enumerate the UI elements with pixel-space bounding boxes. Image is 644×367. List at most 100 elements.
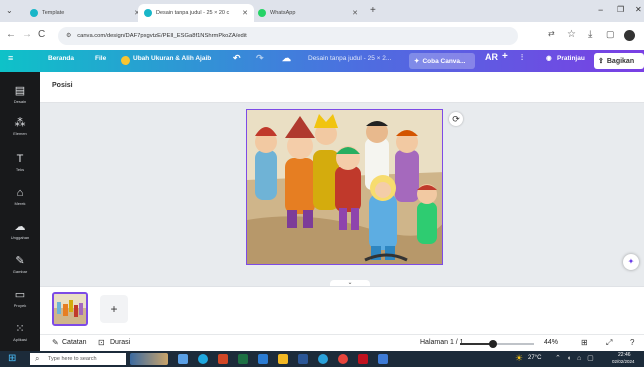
document-title[interactable]: Desain tanpa judul - 25 × 2... <box>308 55 391 62</box>
page-thumbnail-image <box>54 294 86 324</box>
word-icon[interactable] <box>298 354 308 364</box>
undo-icon[interactable]: ↶ <box>233 53 241 64</box>
duration-button[interactable]: Durasi <box>110 339 130 346</box>
menu-icon[interactable]: ≡ <box>8 53 13 63</box>
close-window-button[interactable]: ✕ <box>635 5 642 14</box>
site-info-icon[interactable]: ⚙ <box>66 33 71 39</box>
sidebar-item-draw[interactable]: ✎ Gambar <box>0 254 40 274</box>
tab-template[interactable]: Template ✕ <box>24 4 146 22</box>
timer-icon: ⊡ <box>98 338 105 347</box>
powerpoint-icon[interactable] <box>218 354 228 364</box>
sidebar-item-apps[interactable]: ⁙ Aplikasi <box>0 322 40 342</box>
grid-view-icon[interactable]: ⊞ <box>581 338 588 347</box>
sidebar: ▤ Desain ⁂ Elemen T Teks ⌂ Merek ☁ Ungga… <box>0 72 40 351</box>
tab-design[interactable]: Desain tanpa judul - 25 × 20 c ✕ <box>138 4 254 22</box>
rotate-handle[interactable]: ⟳ <box>449 112 463 126</box>
app-red-icon[interactable] <box>358 354 368 364</box>
resize-button[interactable]: Ubah Ukuran & Alih Ajaib <box>133 55 211 62</box>
windows-start-icon[interactable]: ⊞ <box>8 353 16 364</box>
app-blue-icon[interactable] <box>378 354 388 364</box>
edge-icon[interactable] <box>198 354 208 364</box>
add-page-button[interactable]: + <box>100 295 128 323</box>
sidepanel-icon[interactable]: ▢ <box>606 29 615 40</box>
design-image[interactable] <box>246 109 443 265</box>
redo-icon[interactable]: ↷ <box>256 53 264 64</box>
share-button[interactable]: ⇪ Bagikan <box>594 53 644 69</box>
position-button[interactable]: Posisi <box>52 82 73 89</box>
sidebar-item-text[interactable]: T Teks <box>0 152 40 172</box>
chrome-icon[interactable] <box>338 354 348 364</box>
tab-label: WhatsApp <box>270 10 296 16</box>
fullscreen-icon[interactable]: ⤢ <box>606 338 612 348</box>
notes-icon: ✎ <box>52 338 59 347</box>
preview-icon[interactable]: ◉ <box>546 54 552 62</box>
forward-icon[interactable]: → <box>22 29 32 40</box>
add-collaborator-button[interactable]: + <box>502 51 508 62</box>
sidebar-item-projects[interactable]: ▭ Proyek <box>0 288 40 308</box>
weather-icon[interactable]: ☀ <box>515 353 523 364</box>
excel-icon[interactable] <box>238 354 248 364</box>
clock-date[interactable]: 02/02/2024 <box>612 359 635 364</box>
sidebar-item-design[interactable]: ▤ Desain <box>0 84 40 104</box>
magic-assistant-button[interactable]: ✦ <box>623 254 639 270</box>
draw-icon: ✎ <box>15 255 25 267</box>
url-input[interactable]: ⚙ canva.com/design/DAF7pxgvtzE/PEII_ESGa… <box>58 27 518 45</box>
search-placeholder: Type here to search <box>48 356 97 362</box>
text-icon: T <box>16 153 24 165</box>
canva-favicon <box>30 9 38 17</box>
page-thumbnail[interactable] <box>52 292 88 326</box>
new-tab-button[interactable]: + <box>370 5 376 16</box>
collaborator-avatar[interactable]: AR <box>485 52 498 62</box>
weather-text[interactable]: 27°C <box>528 355 541 361</box>
try-canva-pro-button[interactable]: ✦ Coba Canva... <box>409 53 475 69</box>
close-icon[interactable]: ✕ <box>242 9 248 17</box>
back-icon[interactable]: ← <box>6 29 16 40</box>
search-icon: ⌕ <box>35 354 40 363</box>
tray-icons[interactable]: ⌃ ◖ ⌂ ▢ <box>555 354 596 362</box>
reload-icon[interactable]: C <box>38 29 45 40</box>
translate-icon[interactable]: ⇄ <box>548 29 555 38</box>
url-text: canva.com/design/DAF7pxgvtzE/PEII_ESGa8f… <box>77 33 247 39</box>
download-icon[interactable]: ⤓ <box>588 29 592 40</box>
home-link[interactable]: Beranda <box>48 55 74 62</box>
zoom-slider-fill <box>460 343 493 345</box>
maximize-button[interactable]: ❐ <box>617 5 624 14</box>
crown-icon <box>121 56 130 65</box>
zoom-slider-knob[interactable] <box>488 340 497 348</box>
profile-avatar[interactable] <box>624 30 635 41</box>
minimize-button[interactable]: − <box>598 5 603 15</box>
clock-time[interactable]: 22:46 <box>618 352 631 358</box>
insights-icon[interactable]: ⫶ <box>521 53 523 63</box>
telegram-icon[interactable] <box>318 354 328 364</box>
tab-search-icon[interactable]: ⌄ <box>6 6 13 15</box>
search-highlight-image[interactable] <box>130 353 168 365</box>
cloud-save-icon[interactable]: ☁ <box>282 53 291 64</box>
context-toolbar: Posisi <box>40 72 644 103</box>
tab-label: Desain tanpa judul - 25 × 20 c <box>156 10 230 16</box>
preview-button[interactable]: Pratinjau <box>557 55 585 62</box>
folder-icon: ▭ <box>14 289 26 301</box>
sidebar-item-uploads[interactable]: ☁ Unggahan <box>0 220 40 240</box>
task-view-icon[interactable] <box>178 354 188 364</box>
tab-whatsapp[interactable]: WhatsApp ✕ <box>252 4 364 22</box>
taskbar-search-input[interactable]: ⌕ Type here to search <box>30 353 126 365</box>
tab-label: Template <box>42 10 65 16</box>
app-icon[interactable] <box>258 354 268 364</box>
files-icon[interactable] <box>278 354 288 364</box>
close-icon[interactable]: ✕ <box>352 9 358 17</box>
sidebar-item-brand[interactable]: ⌂ Merek <box>0 186 40 206</box>
bookmark-star-icon[interactable]: ☆ <box>567 29 576 40</box>
share-icon: ⇪ <box>598 58 604 65</box>
illustration-children-traditional-costumes <box>247 110 442 264</box>
sidebar-item-elements[interactable]: ⁂ Elemen <box>0 116 40 136</box>
brand-icon: ⌂ <box>16 187 24 199</box>
page-indicator[interactable]: Halaman 1 / 1 <box>420 339 464 346</box>
layout-icon: ▤ <box>14 85 26 97</box>
help-icon[interactable]: ? <box>630 338 634 347</box>
share-label: Bagikan <box>606 57 635 65</box>
notes-button[interactable]: Catatan <box>62 339 87 346</box>
elements-icon: ⁂ <box>14 117 26 129</box>
zoom-slider[interactable] <box>460 340 534 348</box>
zoom-level[interactable]: 44% <box>544 339 558 346</box>
file-menu[interactable]: File <box>95 55 106 62</box>
